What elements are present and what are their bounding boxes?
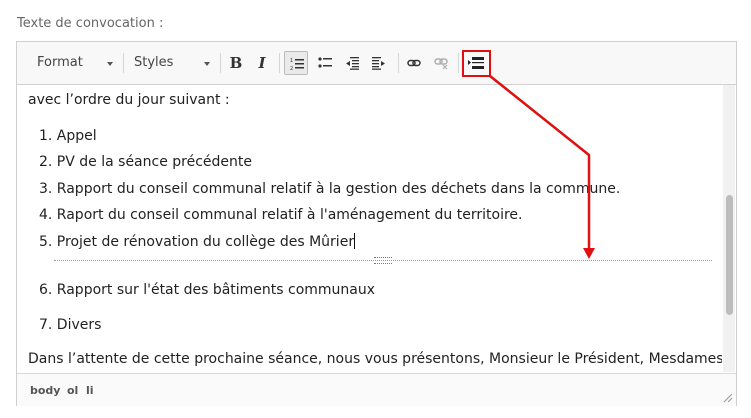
format-dropdown[interactable]: Format — [37, 51, 117, 75]
bulleted-list-icon — [318, 57, 332, 68]
chevron-down-icon — [204, 62, 210, 66]
list-item: 6. Rapport sur l'état des bâtiments comm… — [39, 282, 376, 298]
styles-dropdown-label: Styles — [134, 55, 174, 70]
toolbar-separator — [398, 53, 399, 73]
element-path-bar: body ol li — [17, 373, 736, 406]
list-item: 5. Projet de rénovation du collège des M… — [39, 233, 356, 250]
link-button[interactable] — [402, 51, 426, 75]
svg-text:1: 1 — [290, 58, 293, 64]
list-item: 1. Appel — [39, 128, 97, 144]
outdent-button[interactable] — [340, 51, 364, 75]
scrollbar-thumb[interactable] — [726, 195, 733, 315]
list-item: 3. Rapport du conseil communal relatif à… — [39, 181, 621, 197]
indent-button[interactable] — [367, 51, 391, 75]
path-item-ol[interactable]: ol — [67, 384, 78, 397]
list-item: 4. Raport du conseil communal relatif à … — [39, 207, 523, 223]
resize-grip-icon[interactable] — [723, 393, 733, 403]
intro-paragraph: avec l’ordre du jour suivant : — [28, 92, 230, 108]
unlink-button[interactable] — [429, 51, 453, 75]
styles-dropdown[interactable]: Styles — [134, 51, 214, 75]
page-break-handle[interactable] — [374, 257, 392, 264]
toolbar-separator — [279, 53, 280, 73]
numbered-list-icon: 1 2 — [290, 58, 304, 71]
path-item-li[interactable]: li — [86, 384, 94, 397]
italic-button[interactable]: I — [250, 51, 274, 75]
path-item-body[interactable]: body — [30, 384, 60, 397]
numbered-list-button[interactable]: 1 2 — [284, 51, 308, 75]
link-icon — [407, 59, 421, 67]
editor-content[interactable]: avec l’ordre du jour suivant : 1. Appel … — [17, 85, 722, 372]
closing-paragraph: Dans l’attente de cette prochaine séance… — [28, 351, 722, 367]
list-item-text: 5. Projet de rénovation du collège des M… — [39, 234, 355, 250]
bold-button[interactable]: B — [224, 51, 248, 75]
bulleted-list-button[interactable] — [313, 51, 337, 75]
field-label: Texte de convocation : — [17, 16, 164, 31]
unlink-icon — [434, 58, 448, 70]
page-break-button[interactable] — [464, 51, 488, 75]
page-break-icon — [468, 57, 484, 69]
toolbar-separator — [458, 53, 459, 73]
outdent-icon — [346, 57, 359, 70]
format-dropdown-label: Format — [37, 55, 83, 70]
editor-toolbar: Format Styles B I 1 2 — [17, 42, 736, 85]
indent-icon — [372, 57, 385, 70]
rich-text-editor[interactable]: Format Styles B I 1 2 avec l’ordre du jo… — [16, 41, 737, 406]
text-cursor — [354, 233, 356, 249]
toolbar-separator — [220, 53, 221, 73]
svg-text:2: 2 — [290, 66, 293, 71]
list-item: 7. Divers — [39, 317, 102, 333]
list-item: 2. PV de la séance précédente — [39, 154, 253, 170]
chevron-down-icon — [107, 62, 113, 66]
toolbar-separator — [123, 53, 124, 73]
